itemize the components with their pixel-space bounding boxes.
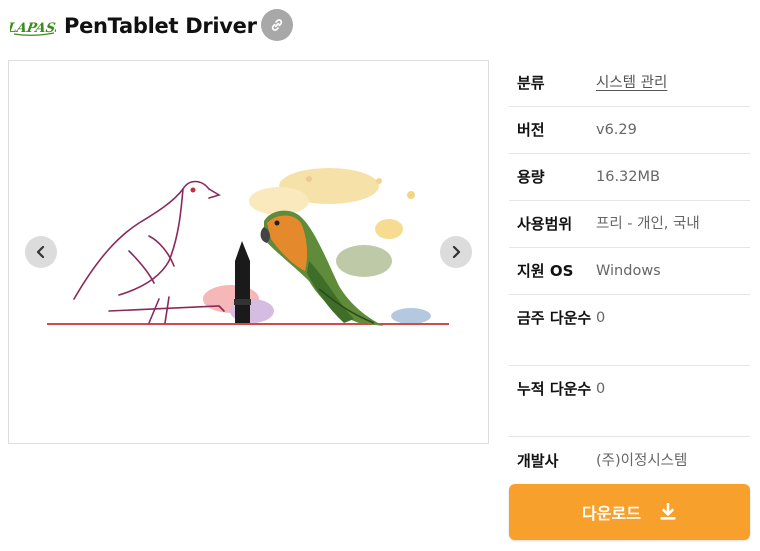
info-value: 0 <box>596 310 606 326</box>
info-value: 16.32MB <box>596 169 660 185</box>
info-label: 분류 <box>517 74 545 92</box>
gallery-next-button[interactable] <box>440 236 472 268</box>
info-value: Windows <box>596 263 661 279</box>
gallery-image <box>47 168 449 326</box>
info-label: 개발사 <box>517 451 559 470</box>
chevron-left-icon <box>36 245 45 259</box>
info-label: 용량 <box>517 168 545 186</box>
info-row-category: 분류 시스템 관리 <box>509 60 750 107</box>
info-label: 사용범위 <box>517 215 573 233</box>
app-title: PenTablet Driver <box>64 14 257 38</box>
link-icon <box>271 19 283 31</box>
info-value: (주)이정시스템 <box>596 452 688 469</box>
info-label: 금주 다운수 <box>517 309 592 327</box>
category-link[interactable]: 시스템 관리 <box>596 71 750 95</box>
info-table: 분류 시스템 관리 버전 v6.29 용량 16.32MB 사용범위 프리 - … <box>509 60 750 484</box>
info-label: 지원 OS <box>517 262 574 280</box>
download-icon <box>660 503 676 520</box>
info-row-size: 용량 16.32MB <box>509 154 750 201</box>
screenshot-gallery <box>8 60 489 444</box>
info-row-developer: 개발사 (주)이정시스템 <box>509 437 750 484</box>
info-row-total-downloads: 누적 다운수 0 <box>509 366 750 437</box>
download-button-label: 다운로드 <box>582 504 641 523</box>
info-row-version: 버전 v6.29 <box>509 107 750 154</box>
pen-graphic <box>234 241 251 323</box>
copy-link-button[interactable] <box>261 9 293 41</box>
info-label: 버전 <box>517 121 545 139</box>
info-value: 0 <box>596 381 606 397</box>
download-button[interactable]: 다운로드 <box>509 484 750 540</box>
info-value: 프리 - 개인, 국내 <box>596 216 700 232</box>
info-label: 누적 다운수 <box>517 380 592 398</box>
chevron-right-icon <box>452 245 461 259</box>
info-row-weekly-downloads: 금주 다운수 0 <box>509 295 750 366</box>
info-row-license: 사용범위 프리 - 개인, 국내 <box>509 201 750 248</box>
info-row-os: 지원 OS Windows <box>509 248 750 295</box>
gallery-prev-button[interactable] <box>25 236 57 268</box>
lapass-logo: LAPASS <box>10 21 56 36</box>
info-value: v6.29 <box>596 122 637 138</box>
app-header: LAPASS PenTablet Driver <box>10 8 293 44</box>
